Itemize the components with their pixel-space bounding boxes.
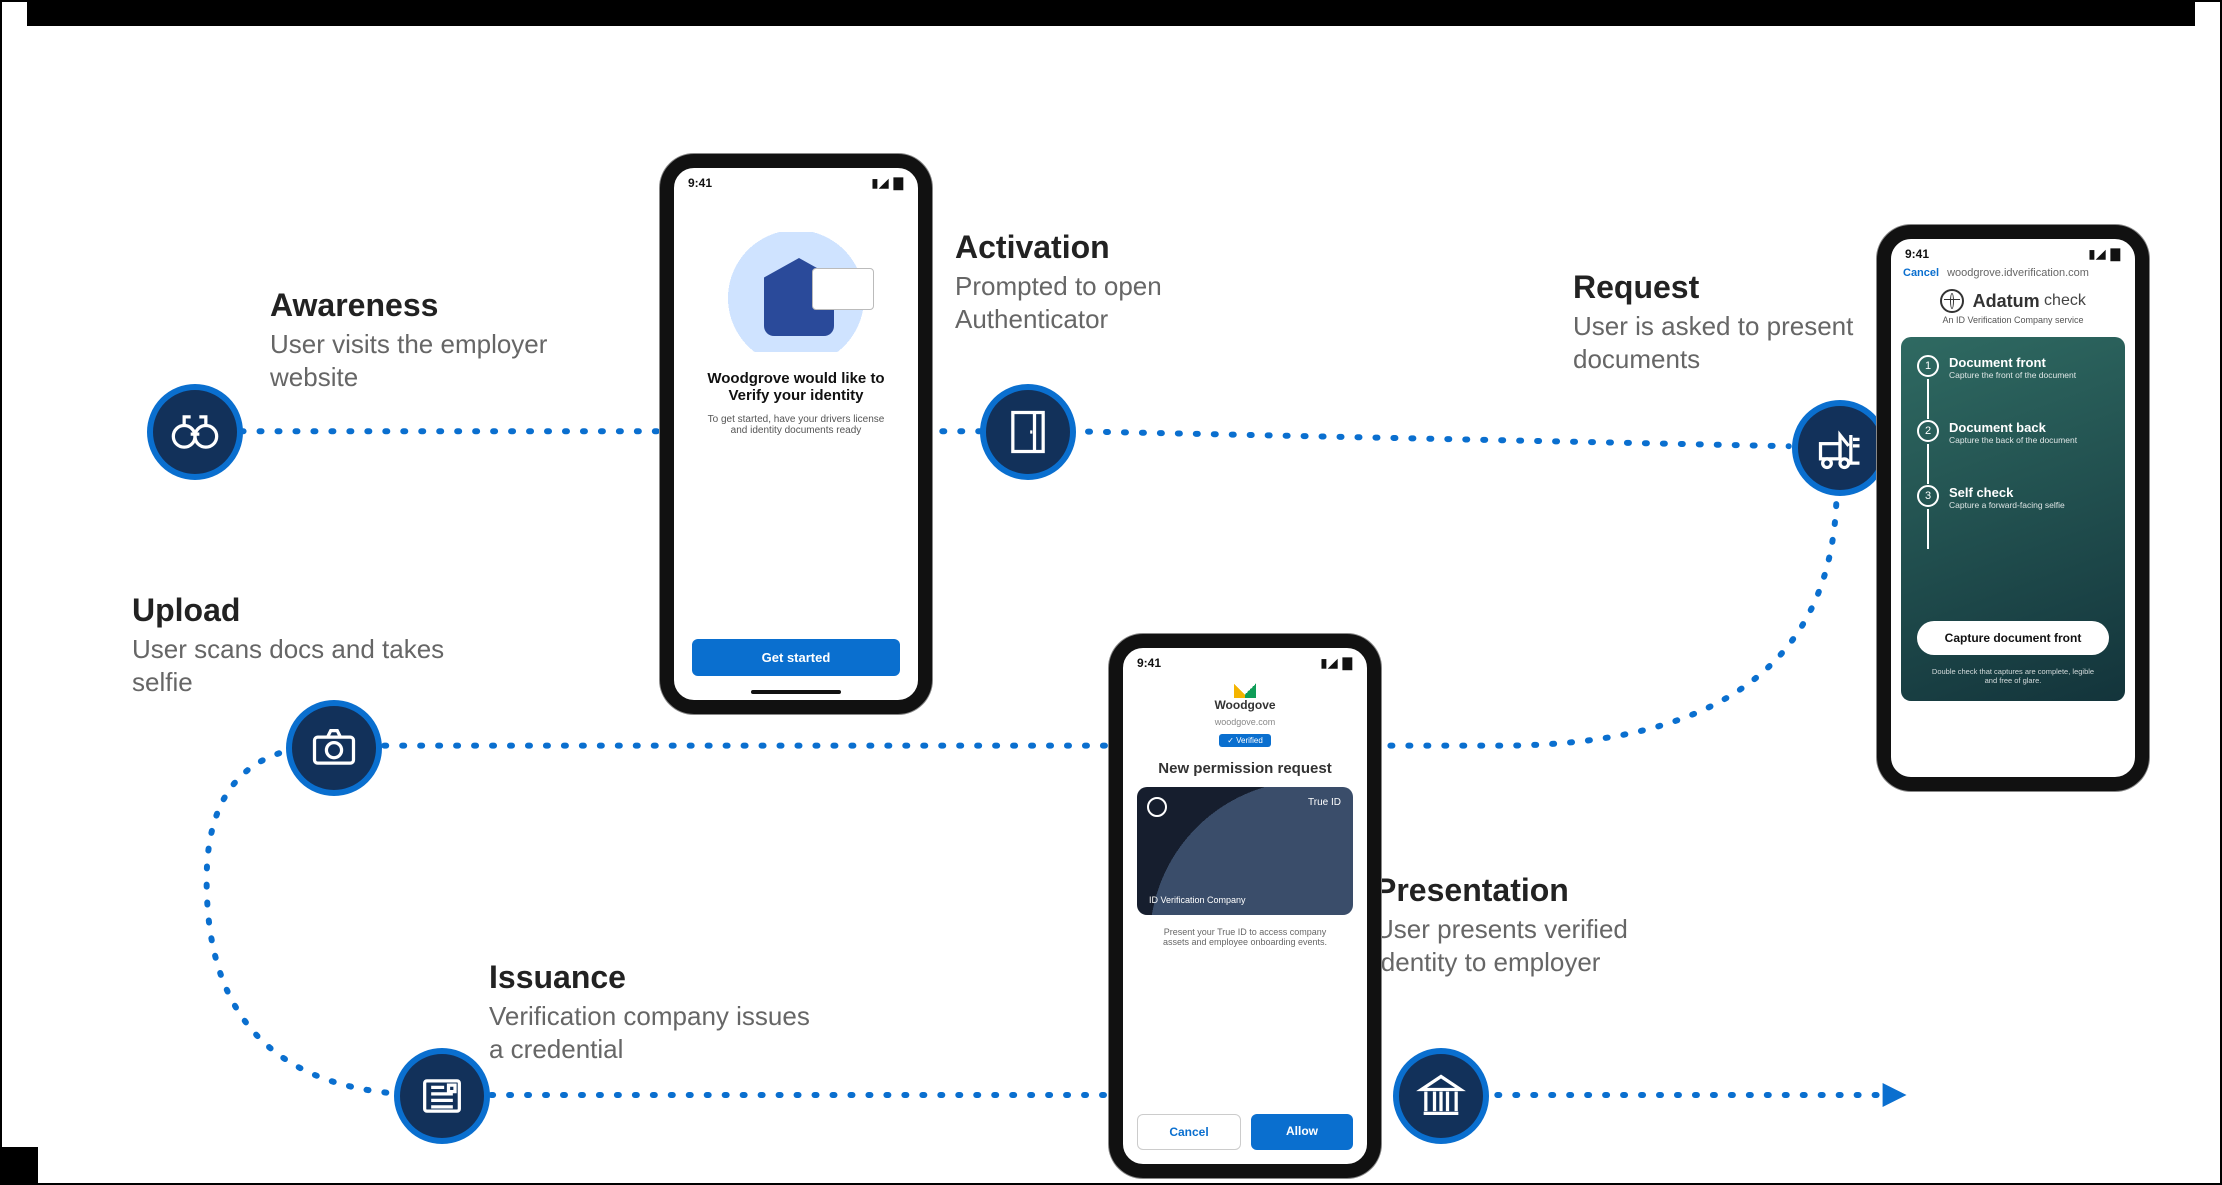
step-heading: Self check <box>1949 485 2065 500</box>
step-sub: Capture the back of the document <box>1949 435 2077 445</box>
phone-presentation: 9:41 ▮◢ ▇ Woodgove woodgove.com ✓ Verifi… <box>1109 634 1381 1178</box>
identity-illustration <box>716 232 876 352</box>
upload-node <box>286 700 382 796</box>
permission-request-title: New permission request <box>1123 760 1367 777</box>
top-black-bar <box>27 2 2195 26</box>
verify-instruction: To get started, have your drivers licens… <box>674 404 918 436</box>
allow-button[interactable]: Allow <box>1251 1114 1353 1150</box>
step-presentation: Presentation User presents verified iden… <box>1375 872 1715 978</box>
step-title: Activation <box>955 229 1295 266</box>
woodgrove-brand: Woodgove woodgove.com ✓ Verified <box>1123 680 1367 748</box>
phone-status-bar: 9:41 ▮◢ ▇ <box>1891 239 2135 265</box>
capture-step-1: 1 Document front Capture the front of th… <box>1917 355 2109 380</box>
capture-step-2: 2 Document back Capture the back of the … <box>1917 420 2109 445</box>
page-url: woodgrove.idverification.com <box>1947 267 2089 279</box>
globe-icon <box>1940 289 1964 313</box>
phone-awareness: 9:41 ▮◢ ▇ Woodgrove would like to Verify… <box>660 154 932 714</box>
request-node <box>1792 400 1888 496</box>
globe-icon <box>1147 797 1167 817</box>
step-title: Presentation <box>1375 872 1715 909</box>
status-time: 9:41 <box>688 176 712 190</box>
home-indicator <box>751 690 841 694</box>
status-indicator-icons: ▮◢ ▇ <box>1321 656 1353 670</box>
capture-fineprint: Double check that captures are complete,… <box>1901 667 2125 685</box>
step-title: Upload <box>132 592 472 629</box>
adatum-header: Adatum check An ID Verification Company … <box>1891 285 2135 327</box>
status-indicator-icons: ▮◢ ▇ <box>872 176 904 190</box>
status-time: 9:41 <box>1137 656 1161 670</box>
step-title: Awareness <box>270 287 610 324</box>
browser-url-bar: Cancel woodgrove.idverification.com <box>1891 265 2135 285</box>
verified-badge: ✓ Verified <box>1219 734 1271 747</box>
step-title: Issuance <box>489 959 829 996</box>
brand-suffix: check <box>2044 292 2086 309</box>
capture-steps-panel: 1 Document front Capture the front of th… <box>1901 337 2125 701</box>
step-title: Request <box>1573 269 1913 306</box>
capture-front-button[interactable]: Capture document front <box>1917 621 2109 655</box>
cancel-link[interactable]: Cancel <box>1903 267 1939 279</box>
step-number-icon: 1 <box>1917 355 1939 377</box>
step-desc: User scans docs and takes selfie <box>132 633 472 698</box>
cancel-button[interactable]: Cancel <box>1137 1114 1241 1150</box>
step-issuance: Issuance Verification company issues a c… <box>489 959 829 1065</box>
camera-icon <box>308 722 360 774</box>
woodgrove-logo-icon <box>1234 680 1256 698</box>
bottom-left-black-nub <box>2 1147 38 1183</box>
step-number-icon: 3 <box>1917 485 1939 507</box>
binoculars-icon <box>169 406 221 458</box>
step-heading: Document front <box>1949 355 2076 370</box>
step-number-icon: 2 <box>1917 420 1939 442</box>
phone-status-bar: 9:41 ▮◢ ▇ <box>674 168 918 194</box>
step-desc: User presents verified identity to emplo… <box>1375 913 1715 978</box>
presentation-node <box>1393 1048 1489 1144</box>
phone-status-bar: 9:41 ▮◢ ▇ <box>1123 648 1367 674</box>
step-activation: Activation Prompted to open Authenticato… <box>955 229 1295 335</box>
step-awareness: Awareness User visits the employer websi… <box>270 287 610 393</box>
brand-tagline: An ID Verification Company service <box>1891 315 2135 325</box>
get-started-button[interactable]: Get started <box>692 639 900 676</box>
company-domain: woodgove.com <box>1215 717 1276 727</box>
forklift-icon <box>1814 422 1866 474</box>
awareness-node <box>147 384 243 480</box>
step-sub: Capture a forward-facing selfie <box>1949 500 2065 510</box>
step-desc: Prompted to open Authenticator <box>955 270 1295 335</box>
company-name: Woodgove <box>1123 698 1367 712</box>
capture-step-3: 3 Self check Capture a forward-facing se… <box>1917 485 2109 510</box>
door-icon <box>1002 406 1054 458</box>
newspaper-icon <box>416 1070 468 1122</box>
bank-icon <box>1415 1070 1467 1122</box>
step-sub: Capture the front of the document <box>1949 370 2076 380</box>
verify-headline: Woodgrove would like to Verify your iden… <box>674 370 918 404</box>
card-type: True ID <box>1308 797 1341 808</box>
phone-request: 9:41 ▮◢ ▇ Cancel woodgrove.idverificatio… <box>1877 225 2149 791</box>
step-desc: User is asked to present documents <box>1573 310 1913 375</box>
brand-name: Adatum <box>1973 291 2040 311</box>
step-desc: Verification company issues a credential <box>489 1000 829 1065</box>
issuance-node <box>394 1048 490 1144</box>
status-indicator-icons: ▮◢ ▇ <box>2089 247 2121 261</box>
step-heading: Document back <box>1949 420 2077 435</box>
status-time: 9:41 <box>1905 247 1929 261</box>
activation-node <box>980 384 1076 480</box>
permission-description: Present your True ID to access company a… <box>1123 915 1367 947</box>
step-request: Request User is asked to present documen… <box>1573 269 1913 375</box>
step-upload: Upload User scans docs and takes selfie <box>132 592 472 698</box>
step-desc: User visits the employer website <box>270 328 610 393</box>
diagram-stage: Awareness User visits the employer websi… <box>0 0 2222 1185</box>
credential-card: True ID ID Verification Company <box>1137 787 1353 915</box>
card-issuer: ID Verification Company <box>1149 895 1246 905</box>
